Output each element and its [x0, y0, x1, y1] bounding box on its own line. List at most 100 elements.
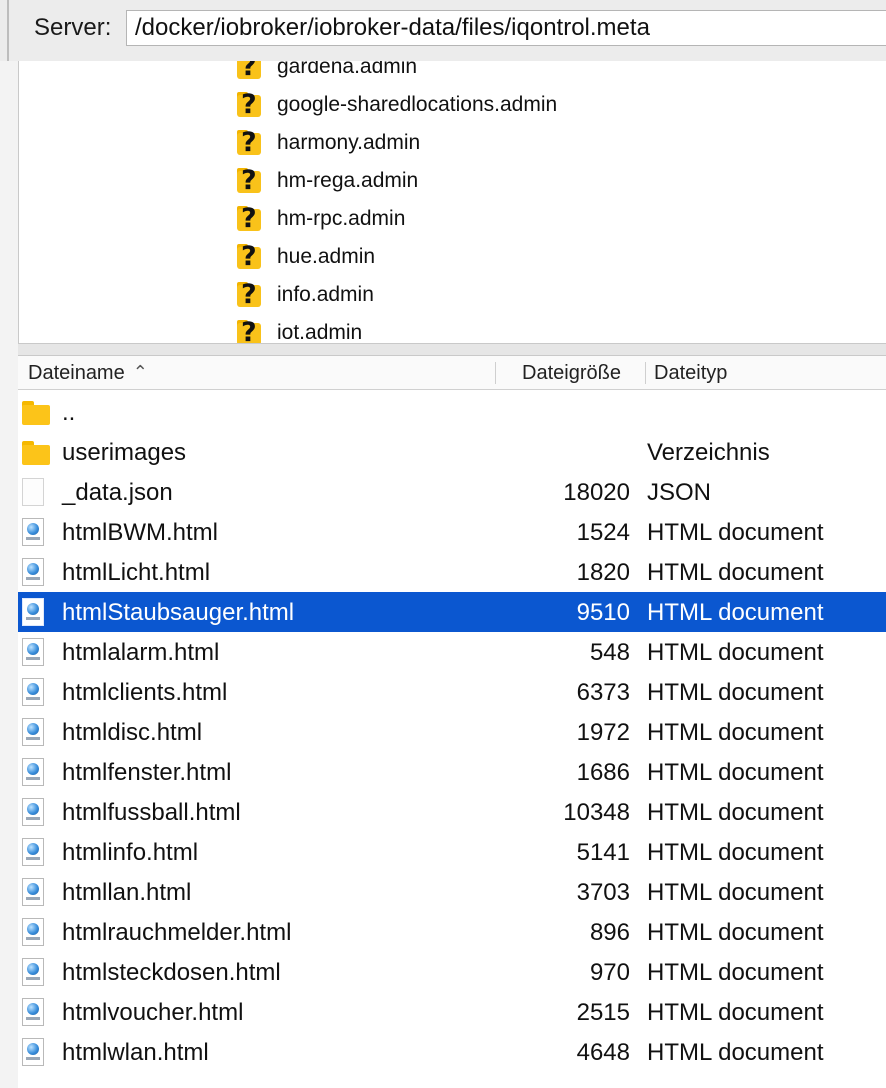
- folder-icon: [22, 438, 50, 466]
- file-row[interactable]: htmlfenster.html 1686 HTML document: [18, 752, 886, 792]
- file-type: HTML document: [647, 839, 824, 866]
- tree-item[interactable]: ? info.admin: [235, 276, 374, 314]
- file-size: 1820: [576, 559, 630, 586]
- file-row[interactable]: htmlalarm.html 548 HTML document: [18, 632, 886, 672]
- tree-item[interactable]: ? hue.admin: [235, 238, 375, 276]
- file-type: HTML document: [647, 559, 824, 586]
- tree-item-label: hm-rega.admin: [277, 169, 419, 192]
- column-divider[interactable]: [645, 362, 646, 384]
- file-type: HTML document: [647, 919, 824, 946]
- file-row[interactable]: ..: [18, 392, 886, 432]
- file-name: htmlfussball.html: [62, 799, 241, 826]
- file-name: htmlclients.html: [62, 679, 228, 706]
- file-row[interactable]: htmlinfo.html 5141 HTML document: [18, 832, 886, 872]
- file-type: HTML document: [647, 679, 824, 706]
- remote-path-input[interactable]: /docker/iobroker/iobroker-data/files/iqo…: [126, 10, 886, 46]
- column-header-filesize[interactable]: Dateigröße: [522, 362, 621, 385]
- tree-item[interactable]: ? gardena.admin: [235, 61, 417, 86]
- file-row[interactable]: htmlwlan.html 4648 HTML document: [18, 1032, 886, 1072]
- file-row[interactable]: _data.json 18020 JSON: [18, 472, 886, 512]
- file-list[interactable]: .. userimages Verzeichnis _data.json 18020 JS…: [18, 390, 886, 1088]
- html-file-icon: [22, 638, 44, 666]
- file-name: userimages: [62, 439, 187, 466]
- file-row[interactable]: htmldisc.html 1972 HTML document: [18, 712, 886, 752]
- html-file-icon: [22, 678, 44, 706]
- html-file-icon: [22, 838, 44, 866]
- tree-item[interactable]: ? hm-rega.admin: [235, 162, 418, 200]
- html-file-icon: [22, 598, 44, 626]
- file-size: 10348: [563, 799, 630, 826]
- file-type: HTML document: [647, 599, 824, 626]
- file-type: HTML document: [647, 759, 824, 786]
- pane-splitter[interactable]: [18, 343, 886, 356]
- file-row[interactable]: htmllan.html 3703 HTML document: [18, 872, 886, 912]
- file-icon: [22, 478, 44, 506]
- file-size: 896: [589, 919, 630, 946]
- unknown-folder-icon: ?: [235, 203, 263, 234]
- file-size: 970: [589, 959, 630, 986]
- path-bar: Server: /docker/iobroker/iobroker-data/f…: [0, 0, 886, 61]
- unknown-folder-icon: ?: [235, 61, 263, 82]
- tree-item[interactable]: ? hm-rpc.admin: [235, 200, 405, 238]
- tree-item-label: gardena.admin: [277, 61, 418, 78]
- column-header-filetype[interactable]: Dateityp: [654, 362, 727, 385]
- file-name: _data.json: [62, 479, 173, 506]
- unknown-folder-icon: ?: [235, 89, 263, 120]
- html-file-icon: [22, 998, 44, 1026]
- left-gutter: [0, 61, 18, 1088]
- tree-item-label: iot.admin: [277, 321, 363, 343]
- file-name: htmllan.html: [62, 879, 192, 906]
- file-size: 1524: [576, 519, 630, 546]
- file-size: 3703: [576, 879, 630, 906]
- file-name: htmlvoucher.html: [62, 999, 244, 1026]
- file-name: htmlBWM.html: [62, 519, 218, 546]
- unknown-folder-icon: ?: [235, 317, 263, 343]
- file-name: htmlwlan.html: [62, 1039, 209, 1066]
- folder-icon: [22, 398, 50, 426]
- file-row[interactable]: htmlBWM.html 1524 HTML document: [18, 512, 886, 552]
- file-row[interactable]: htmlvoucher.html 2515 HTML document: [18, 992, 886, 1032]
- file-size: 1686: [576, 759, 630, 786]
- file-name: htmlsteckdosen.html: [62, 959, 281, 986]
- pane-divider[interactable]: [7, 0, 9, 61]
- file-size: 1972: [576, 719, 630, 746]
- file-type: HTML document: [647, 639, 824, 666]
- html-file-icon: [22, 958, 44, 986]
- column-header-filename[interactable]: Dateiname ⌃: [28, 362, 148, 385]
- file-type: HTML document: [647, 1039, 824, 1066]
- file-name: htmlStaubsauger.html: [62, 599, 295, 626]
- tree-item[interactable]: ? google-sharedlocations.admin: [235, 86, 557, 124]
- column-header-filename-label: Dateiname: [28, 362, 125, 384]
- file-name: htmlLicht.html: [62, 559, 211, 586]
- file-name: ..: [62, 399, 76, 426]
- file-row[interactable]: userimages Verzeichnis: [18, 432, 886, 472]
- column-divider[interactable]: [495, 362, 496, 384]
- file-size: 9510: [576, 599, 630, 626]
- remote-directory-tree[interactable]: ? gardena.admin? google-sharedlocations.ad…: [18, 61, 886, 343]
- file-row[interactable]: htmlfussball.html 10348 HTML document: [18, 792, 886, 832]
- file-row[interactable]: htmlclients.html 6373 HTML document: [18, 672, 886, 712]
- file-row[interactable]: htmlrauchmelder.html 896 HTML document: [18, 912, 886, 952]
- file-row[interactable]: htmlStaubsauger.html 9510 HTML document: [18, 592, 886, 632]
- file-size: 4648: [576, 1039, 630, 1066]
- file-type: HTML document: [647, 519, 824, 546]
- file-type: HTML document: [647, 719, 824, 746]
- tree-item-label: google-sharedlocations.admin: [277, 93, 558, 116]
- tree-item[interactable]: ? harmony.admin: [235, 124, 420, 162]
- file-row[interactable]: htmlsteckdosen.html 970 HTML document: [18, 952, 886, 992]
- html-file-icon: [22, 758, 44, 786]
- server-label: Server:: [34, 14, 112, 41]
- chevron-up-icon: ⌃: [132, 362, 148, 382]
- tree-item-label: harmony.admin: [277, 131, 421, 154]
- file-size: 18020: [563, 479, 630, 506]
- html-file-icon: [22, 878, 44, 906]
- html-file-icon: [22, 518, 44, 546]
- file-size: 2515: [576, 999, 630, 1026]
- tree-item[interactable]: ? iot.admin: [235, 314, 362, 343]
- file-type: HTML document: [647, 999, 824, 1026]
- unknown-folder-icon: ?: [235, 241, 263, 272]
- file-type: HTML document: [647, 799, 824, 826]
- file-row[interactable]: htmlLicht.html 1820 HTML document: [18, 552, 886, 592]
- file-size: 6373: [576, 679, 630, 706]
- file-size: 548: [589, 639, 630, 666]
